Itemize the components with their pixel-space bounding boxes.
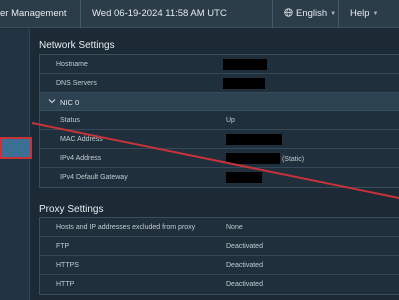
chevron-down-icon: ▼ — [330, 11, 337, 17]
hostname-label: Hostname — [56, 61, 88, 68]
ipv4-static-label: (Static) — [281, 156, 305, 163]
mac-label: MAC Address — [60, 136, 103, 143]
nic-name: NIC 0 — [60, 98, 80, 107]
proxy-row-value: Deactivated — [226, 281, 263, 288]
chevron-down-icon — [48, 99, 56, 104]
proxy-row: FTP Deactivated — [40, 237, 399, 256]
dns-value — [223, 78, 265, 89]
date-time: Wed 06-19-2024 11:58 AM UTC — [92, 8, 227, 19]
top-bar: er Management Wed 06-19-2024 11:58 AM UT… — [0, 0, 399, 28]
proxy-row-label: HTTPS — [56, 262, 79, 269]
proxy-row: Hosts and IP addresses excluded from pro… — [40, 218, 399, 237]
proxy-settings-card: Hosts and IP addresses excluded from pro… — [39, 217, 399, 295]
proxy-row-label: HTTP — [56, 281, 75, 288]
nic-0-header[interactable]: NIC 0 — [40, 93, 399, 111]
help-menu[interactable]: Help ▼ — [350, 8, 379, 19]
ipv4-value: (Static) — [226, 153, 304, 164]
app-title: er Management — [0, 8, 67, 19]
divider — [80, 0, 81, 28]
help-label: Help — [350, 8, 370, 19]
gateway-label: IPv4 Default Gateway — [60, 174, 128, 181]
main-content: Network Settings Hostname DNS Servers NI… — [31, 29, 399, 300]
hostname-value — [223, 59, 267, 70]
divider — [338, 0, 339, 28]
sidebar — [0, 29, 32, 300]
divider — [272, 0, 273, 28]
proxy-settings-title: Proxy Settings — [39, 204, 104, 215]
mac-row: MAC Address — [40, 130, 399, 149]
dns-row: DNS Servers — [40, 74, 399, 93]
proxy-row-value: Deactivated — [226, 243, 263, 250]
gateway-value — [226, 172, 262, 183]
globe-icon — [284, 8, 293, 17]
proxy-row-value: None — [226, 224, 243, 231]
mac-value — [226, 134, 282, 145]
status-value: Up — [226, 117, 235, 124]
hostname-row: Hostname — [40, 55, 399, 74]
status-row: Status Up — [40, 111, 399, 130]
annotation-highlight — [0, 137, 32, 159]
proxy-row: HTTPS Deactivated — [40, 256, 399, 275]
proxy-row: HTTP Deactivated — [40, 275, 399, 294]
network-settings-card: Hostname DNS Servers NIC 0 Status Up MAC… — [39, 54, 399, 188]
language-menu[interactable]: English ▼ — [284, 8, 336, 19]
proxy-row-value: Deactivated — [226, 262, 263, 269]
ipv4-row: IPv4 Address (Static) — [40, 149, 399, 168]
ipv4-label: IPv4 Address — [60, 155, 102, 162]
network-settings-title: Network Settings — [39, 40, 115, 51]
proxy-row-label: Hosts and IP addresses excluded from pro… — [56, 224, 196, 231]
gateway-row: IPv4 Default Gateway — [40, 168, 399, 187]
dns-label: DNS Servers — [56, 80, 97, 87]
proxy-row-label: FTP — [56, 243, 70, 250]
chevron-down-icon: ▼ — [372, 11, 379, 17]
language-label: English — [296, 8, 328, 19]
status-label: Status — [60, 117, 80, 124]
